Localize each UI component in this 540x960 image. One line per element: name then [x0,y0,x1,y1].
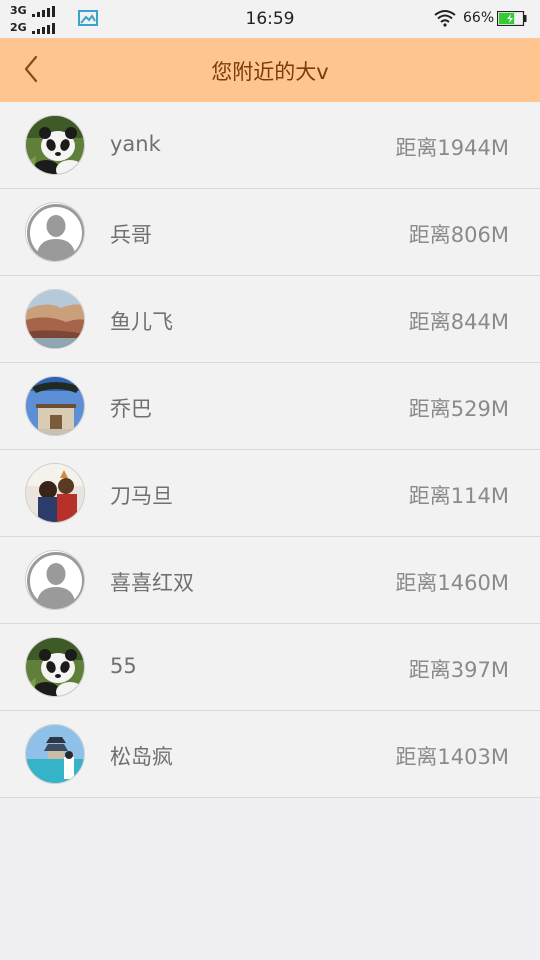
user-name: 兵哥 [110,223,152,247]
screen: 3G 2G 16:59 66% 您附近的大v yank 距离1944M 兵哥 距… [0,0,540,960]
user-distance: 距离1460M [395,571,509,595]
list-item-user[interactable]: 兵哥 距离806M [0,189,540,276]
user-distance: 距离844M [408,310,509,334]
user-distance: 距离529M [408,397,509,421]
list-item-user[interactable]: 刀马旦 距离114M [0,450,540,537]
user-name: yank [110,132,161,156]
avatar [25,463,85,523]
avatar [25,637,85,697]
user-distance: 距离806M [408,223,509,247]
user-distance: 距离1403M [395,745,509,769]
avatar [25,115,85,175]
avatar [25,289,85,349]
user-name: 喜喜红双 [110,571,194,595]
list-item-user[interactable]: 松岛疯 距离1403M [0,711,540,798]
avatar [25,724,85,784]
user-distance: 距离397M [408,658,509,682]
page-title: 您附近的大v [211,60,329,84]
user-name: 乔巴 [110,397,152,421]
user-distance: 距离114M [408,484,509,508]
list-item-user[interactable]: 喜喜红双 距离1460M [0,537,540,624]
wifi-icon [434,10,456,27]
list-item-user[interactable]: 鱼儿飞 距离844M [0,276,540,363]
user-name: 松岛疯 [110,745,173,769]
clock: 16:59 [245,9,295,29]
avatar [25,202,85,262]
user-name: 55 [110,654,137,678]
avatar [25,376,85,436]
avatar [25,550,85,610]
battery-icon [497,11,527,26]
status-bar: 3G 2G 16:59 66% [0,0,540,38]
list-item-user[interactable]: yank 距离1944M [0,102,540,189]
list-item-user[interactable]: 55 距离397M [0,624,540,711]
user-name: 刀马旦 [110,484,173,508]
list-item-user[interactable]: 乔巴 距离529M [0,363,540,450]
header: 您附近的大v [0,38,540,102]
user-name: 鱼儿飞 [110,310,173,334]
user-distance: 距离1944M [395,136,509,160]
nearby-user-list: yank 距离1944M 兵哥 距离806M 鱼儿飞 距离844M 乔巴 距离529M … [0,102,540,798]
battery-percent: 66% [463,10,495,26]
